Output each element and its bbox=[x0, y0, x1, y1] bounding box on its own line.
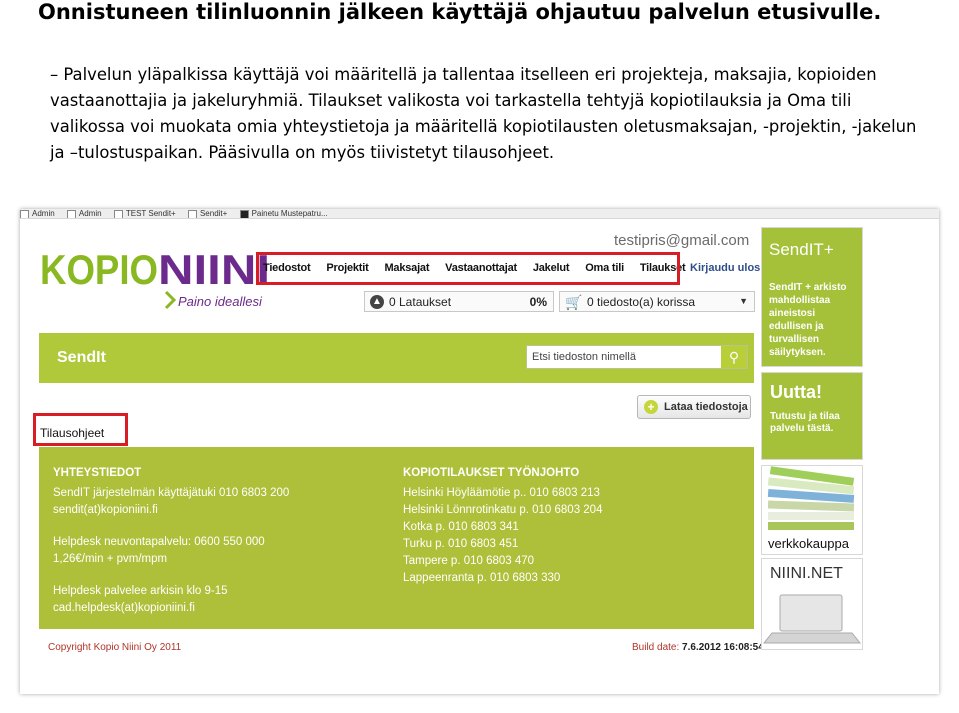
search-bar: Etsi tiedoston nimellä ⚲ bbox=[526, 345, 748, 369]
highlight-box-help bbox=[33, 413, 128, 446]
bookmark-item[interactable]: Painetu Mustepatru... bbox=[239, 210, 328, 218]
contact-title: YHTEYSTIEDOT bbox=[53, 467, 142, 479]
build-value: 7.6.2012 16:08:54 bbox=[682, 642, 764, 653]
kopioniini-logo: KOPIO NIINI Paino ideallesi bbox=[40, 246, 270, 310]
orders-line: Helsinki Lönnrotinkatu p. 010 6803 204 bbox=[403, 504, 603, 516]
copyright-text: Copyright Kopio Niini Oy 2011 bbox=[48, 642, 182, 653]
cart-icon: 🛒 bbox=[565, 294, 583, 310]
orders-line: Helsinki Höyläämötie p.. 010 6803 213 bbox=[403, 487, 600, 499]
bookmark-item[interactable]: Sendit+ bbox=[187, 210, 227, 218]
footer-contact: YHTEYSTIEDOT SendIT järjestelmän käyttäj… bbox=[39, 447, 754, 629]
cart-label: 0 tiedosto(a) korissa bbox=[587, 295, 696, 309]
search-input[interactable]: Etsi tiedoston nimellä bbox=[532, 351, 636, 363]
bookmark-item[interactable]: Admin bbox=[20, 210, 55, 218]
bookmark-icon bbox=[113, 210, 123, 218]
arrow-up-icon: ▲ bbox=[370, 295, 384, 309]
user-email: testipris@gmail.com bbox=[614, 232, 750, 249]
description-paragraph: – Palvelun yläpalkissa käyttäjä voi määr… bbox=[50, 65, 917, 162]
chevron-down-icon: ▼ bbox=[739, 296, 748, 306]
bookmark-item[interactable]: TEST Sendit+ bbox=[113, 210, 176, 218]
upload-label: Lataa tiedostoja bbox=[664, 401, 748, 413]
build-date: Build date: 7.6.2012 16:08:54 bbox=[632, 642, 764, 653]
downloads-label: 0 Lataukset bbox=[389, 295, 452, 309]
helpdesk-line: Helpdesk neuvontapalvelu: 0600 550 000 bbox=[53, 536, 265, 548]
laptop-icon bbox=[762, 594, 862, 644]
bookmark-icon bbox=[187, 210, 197, 218]
cart-dropdown[interactable]: 🛒 0 tiedosto(a) korissa ▼ bbox=[559, 291, 755, 312]
plus-icon: + bbox=[644, 400, 658, 414]
downloads-status[interactable]: ▲ 0 Lataukset 0% bbox=[364, 291, 554, 312]
contact-line: SendIT järjestelmän käyttäjätuki 010 680… bbox=[53, 487, 290, 499]
ad-niini-net[interactable]: NIINI.NET bbox=[761, 558, 863, 650]
helpdesk-line: 1,26€/min + pvm/mpm bbox=[53, 553, 168, 565]
ad-label: verkkokauppa bbox=[768, 536, 849, 551]
contact-line: sendit(at)kopioniini.fi bbox=[53, 504, 158, 516]
logo-niini: NIINI bbox=[158, 246, 270, 293]
ad-verkkokauppa[interactable]: verkkokauppa bbox=[761, 465, 863, 555]
orders-line: Turku p. 010 6803 451 bbox=[403, 538, 519, 550]
logo-tagline: Paino ideallesi bbox=[178, 294, 263, 309]
bookmark-icon bbox=[20, 210, 29, 218]
hours-line: Helpdesk palvelee arkisin klo 9-15 bbox=[53, 585, 228, 597]
orders-line: Kotka p. 010 6803 341 bbox=[403, 521, 519, 533]
logo-kopio: KOPIO bbox=[40, 246, 158, 293]
paper-stack-icon bbox=[767, 466, 855, 530]
build-label: Build date: bbox=[632, 642, 680, 653]
orders-line: Lappeenranta p. 010 6803 330 bbox=[403, 572, 561, 584]
search-icon[interactable]: ⚲ bbox=[721, 346, 747, 368]
downloads-percent: 0% bbox=[529, 295, 547, 309]
bookmark-item[interactable]: Admin bbox=[66, 210, 102, 218]
ad-body: SendIT + arkisto mahdollistaa aineistosi… bbox=[769, 282, 847, 358]
ad-label: NIINI.NET bbox=[770, 565, 843, 582]
bookmark-icon bbox=[66, 210, 76, 218]
ad-sendit-plus[interactable]: SendIT+ SendIT + arkisto mahdollistaa ai… bbox=[761, 227, 863, 367]
orders-line: Tampere p. 010 6803 470 bbox=[403, 555, 535, 567]
highlight-box-nav bbox=[256, 252, 680, 285]
page-title: Onnistuneen tilinluonnin jälkeen käyttäj… bbox=[38, 0, 882, 24]
ad-body: Tutustu ja tilaa palvelu tästä. bbox=[770, 411, 840, 434]
website-screenshot: Admin Admin TEST Sendit+ Sendit+ Painetu… bbox=[20, 209, 939, 694]
orders-title: KOPIOTILAUKSET TYÖNJOHTO bbox=[403, 467, 580, 479]
bookmark-icon bbox=[239, 210, 249, 218]
upload-button[interactable]: + Lataa tiedostoja bbox=[637, 395, 751, 419]
ad-uutta[interactable]: Uutta! Tutustu ja tilaa palvelu tästä. bbox=[761, 372, 863, 460]
hours-line: cad.helpdesk(at)kopioniini.fi bbox=[53, 602, 195, 614]
logout-link[interactable]: Kirjaudu ulos bbox=[690, 262, 760, 274]
bookmarks-bar: Admin Admin TEST Sendit+ Sendit+ Painetu… bbox=[20, 209, 939, 219]
ad-title: SendIT+ bbox=[769, 240, 834, 259]
section-title: SendIt bbox=[57, 349, 106, 366]
logo-chevron-icon bbox=[164, 290, 177, 310]
ad-title: Uutta! bbox=[770, 382, 822, 402]
